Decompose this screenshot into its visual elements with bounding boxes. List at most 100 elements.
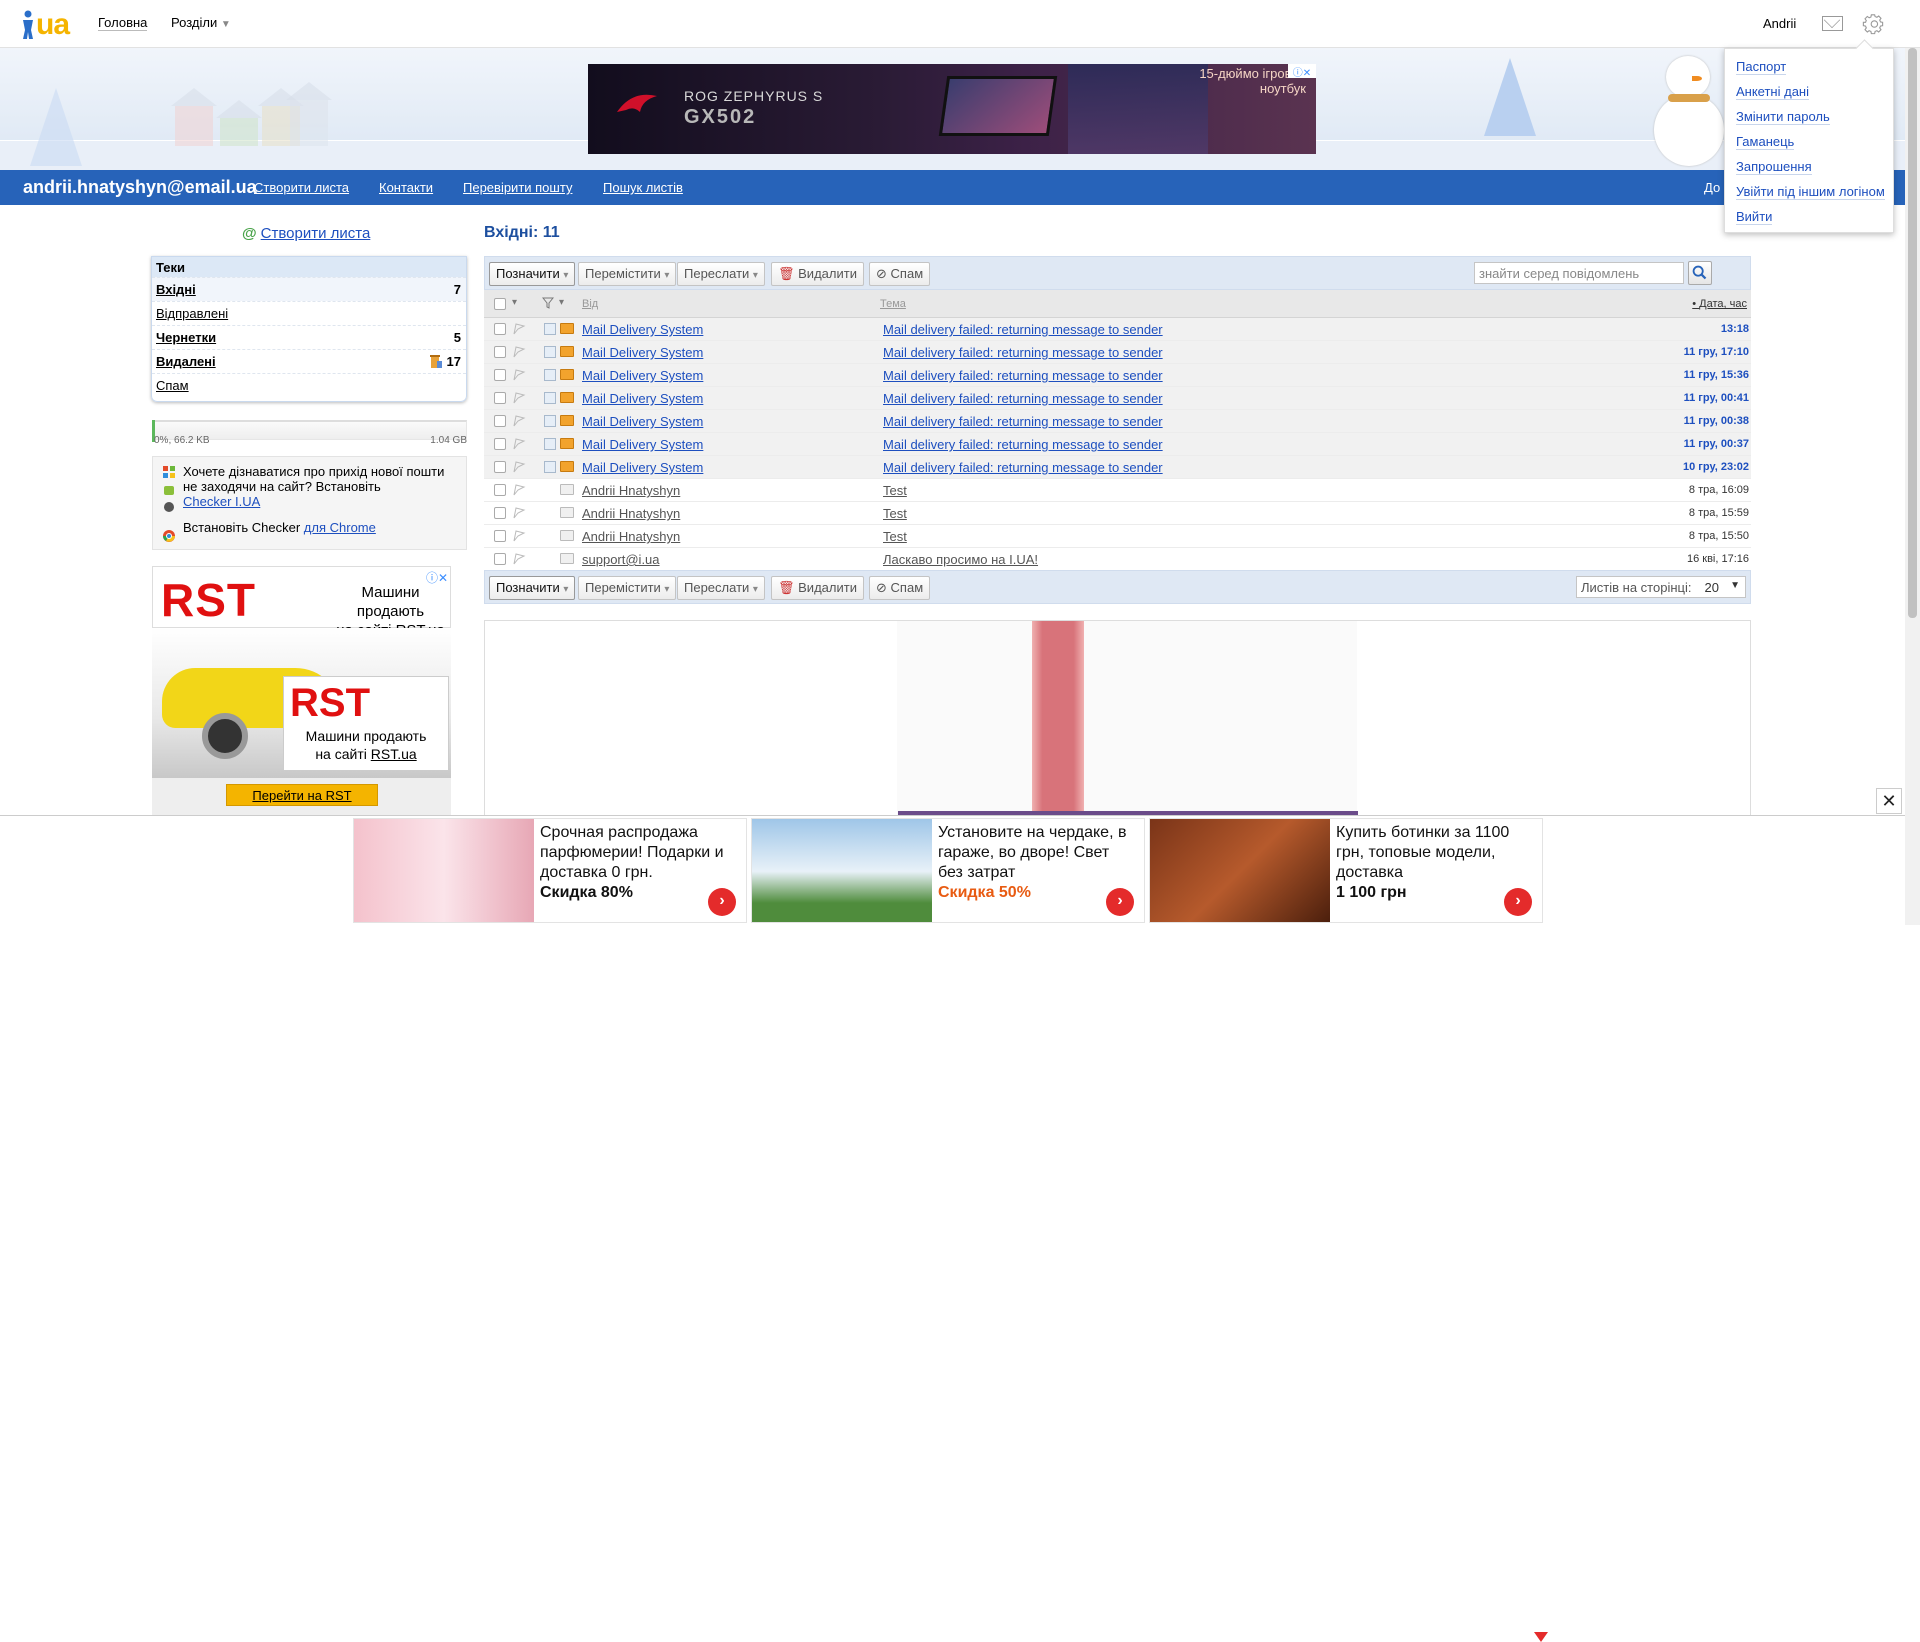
top-ad-banner[interactable]: ROG ZEPHYRUS S GX502 15-дюймо ігровий но…: [588, 64, 1316, 154]
flag-icon[interactable]: [512, 415, 526, 427]
folder-label[interactable]: Вхідні: [156, 282, 196, 297]
user-name[interactable]: Andrii: [1763, 16, 1796, 31]
message-sender[interactable]: Mail Delivery System: [582, 368, 703, 383]
search-button[interactable]: [1688, 261, 1712, 285]
message-checkbox[interactable]: [494, 484, 506, 496]
message-subject[interactable]: Test: [883, 506, 907, 521]
nav-contacts-link[interactable]: Контакти: [379, 180, 433, 195]
nav-search-link[interactable]: Пошук листів: [603, 180, 683, 195]
flag-icon[interactable]: [512, 553, 526, 565]
ad-info-icon[interactable]: [1534, 1632, 1548, 1642]
menu-profile[interactable]: Анкетні дані: [1736, 84, 1809, 100]
move-dropdown[interactable]: Перемістити ▾: [578, 262, 677, 286]
message-checkbox[interactable]: [494, 369, 506, 381]
flag-icon[interactable]: [512, 392, 526, 404]
message-row[interactable]: support@i.ua Ласкаво просимо на I.UA! 16 к…: [484, 548, 1751, 571]
forward-dropdown[interactable]: Переслати ▾: [677, 262, 765, 286]
message-row[interactable]: Andrii Hnatyshyn Test 8 тра, 16:09: [484, 479, 1751, 502]
message-subject[interactable]: Mail delivery failed: returning message …: [883, 437, 1163, 452]
empty-trash-icon[interactable]: [430, 353, 442, 369]
per-page-select[interactable]: Листів на сторінці: 20 ▼: [1576, 576, 1746, 598]
checker-link[interactable]: Checker I.UA: [183, 494, 260, 509]
bottom-ad-boots[interactable]: Купить ботинки за 1100 грн, топовые моде…: [1149, 818, 1543, 923]
chevron-down-icon[interactable]: ▾: [512, 297, 517, 308]
message-sender[interactable]: Mail Delivery System: [582, 391, 703, 406]
column-from[interactable]: Від: [582, 298, 598, 310]
folder-spam[interactable]: Спам: [152, 373, 466, 397]
message-row[interactable]: Andrii Hnatyshyn Test 8 тра, 15:59: [484, 502, 1751, 525]
spam-button[interactable]: ⊘ Спам: [869, 262, 931, 286]
page-scrollbar[interactable]: [1905, 48, 1920, 925]
message-sender[interactable]: Mail Delivery System: [582, 345, 703, 360]
content-ad[interactable]: [484, 620, 1751, 820]
flag-icon[interactable]: [512, 530, 526, 542]
folder-sent[interactable]: Відправлені: [152, 301, 466, 325]
message-checkbox[interactable]: [494, 392, 506, 404]
flag-icon[interactable]: [512, 369, 526, 381]
gear-icon[interactable]: [1862, 13, 1884, 35]
message-sender[interactable]: Mail Delivery System: [582, 437, 703, 452]
menu-logout[interactable]: Вийти: [1736, 209, 1773, 225]
message-checkbox[interactable]: [494, 415, 506, 427]
message-sender[interactable]: Andrii Hnatyshyn: [582, 483, 680, 498]
menu-switch-account[interactable]: Увійти під іншим логіном: [1736, 184, 1885, 200]
chrome-link[interactable]: для Chrome: [304, 520, 376, 535]
message-row[interactable]: Mail Delivery System Mail delivery failed…: [484, 456, 1751, 479]
nav-compose-link[interactable]: Створити листа: [254, 180, 349, 195]
message-sender[interactable]: Andrii Hnatyshyn: [582, 529, 680, 544]
compose-link-block[interactable]: @ Створити листа: [242, 225, 370, 242]
forward-dropdown[interactable]: Переслати ▾: [677, 576, 765, 600]
message-checkbox[interactable]: [494, 323, 506, 335]
chevron-down-icon[interactable]: ▾: [559, 297, 564, 308]
nav-check-mail-link[interactable]: Перевірити пошту: [463, 180, 572, 195]
message-row[interactable]: Mail Delivery System Mail delivery failed…: [484, 364, 1751, 387]
message-checkbox[interactable]: [494, 346, 506, 358]
menu-passport[interactable]: Паспорт: [1736, 59, 1787, 75]
nav-home-link[interactable]: Головна: [98, 15, 148, 31]
search-input[interactable]: знайти серед повідомлень: [1474, 262, 1684, 284]
message-sender[interactable]: Mail Delivery System: [582, 414, 703, 429]
arrow-right-icon[interactable]: ›: [1504, 888, 1532, 916]
arrow-right-icon[interactable]: ›: [708, 888, 736, 916]
message-subject[interactable]: Mail delivery failed: returning message …: [883, 460, 1163, 475]
move-dropdown[interactable]: Перемістити ▾: [578, 576, 677, 600]
menu-wallet[interactable]: Гаманець: [1736, 134, 1795, 150]
mark-dropdown[interactable]: Позначити ▾: [489, 262, 576, 286]
message-row[interactable]: Mail Delivery System Mail delivery failed…: [484, 387, 1751, 410]
message-row[interactable]: Mail Delivery System Mail delivery failed…: [484, 341, 1751, 364]
delete-button[interactable]: 🗑 Видалити: [771, 576, 864, 600]
flag-icon[interactable]: [512, 461, 526, 473]
message-checkbox[interactable]: [494, 438, 506, 450]
message-row[interactable]: Andrii Hnatyshyn Test 8 тра, 15:50: [484, 525, 1751, 548]
message-sender[interactable]: Andrii Hnatyshyn: [582, 506, 680, 521]
message-subject[interactable]: Test: [883, 483, 907, 498]
message-row[interactable]: Mail Delivery System Mail delivery failed…: [484, 318, 1751, 341]
bottom-ad-solar-lights[interactable]: Установите на чердаке, в гараже, во двор…: [751, 818, 1145, 923]
flag-icon[interactable]: [512, 323, 526, 335]
flag-icon[interactable]: [512, 484, 526, 496]
message-subject[interactable]: Ласкаво просимо на I.UA!: [883, 552, 1038, 567]
message-checkbox[interactable]: [494, 461, 506, 473]
folder-label[interactable]: Спам: [156, 378, 189, 393]
message-checkbox[interactable]: [494, 553, 506, 565]
compose-link[interactable]: Створити листа: [261, 225, 371, 242]
folder-label[interactable]: Відправлені: [156, 306, 228, 321]
message-subject[interactable]: Mail delivery failed: returning message …: [883, 322, 1163, 337]
folder-label[interactable]: Чернетки: [156, 330, 216, 345]
rst-ad[interactable]: RST Машини продають на сайті RST.ua ⓘ✕ R…: [152, 566, 451, 816]
menu-change-password[interactable]: Змінити пароль: [1736, 109, 1830, 125]
mark-dropdown[interactable]: Позначити ▾: [489, 576, 576, 600]
message-subject[interactable]: Mail delivery failed: returning message …: [883, 414, 1163, 429]
spam-button[interactable]: ⊘ Спам: [869, 576, 931, 600]
close-icon[interactable]: ✕: [1876, 788, 1902, 814]
mail-icon[interactable]: [1822, 16, 1843, 31]
message-sender[interactable]: Mail Delivery System: [582, 322, 703, 337]
rst-go-button[interactable]: Перейти на RST: [226, 784, 378, 806]
message-row[interactable]: Mail Delivery System Mail delivery failed…: [484, 410, 1751, 433]
message-subject[interactable]: Test: [883, 529, 907, 544]
bottom-ad-perfume[interactable]: Срочная распродажа парфюмерии! Подарки и…: [353, 818, 747, 923]
select-all-checkbox[interactable]: [494, 298, 506, 310]
folder-label[interactable]: Видалені: [156, 354, 216, 369]
nav-more-link[interactable]: До: [1704, 180, 1720, 195]
arrow-right-icon[interactable]: ›: [1106, 888, 1134, 916]
